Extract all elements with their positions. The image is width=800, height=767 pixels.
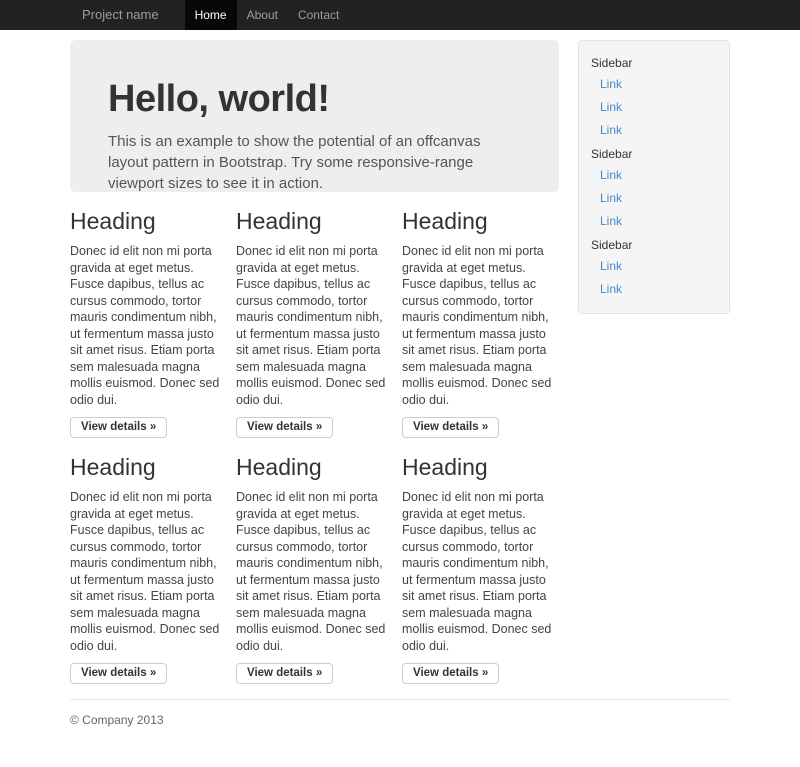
- cards-row-1: Heading Donec id elit non mi porta gravi…: [70, 192, 559, 438]
- card-heading: Heading: [236, 210, 392, 233]
- sidebar-link[interactable]: Link: [600, 119, 717, 142]
- card-heading: Heading: [402, 210, 558, 233]
- sidebar-group: Sidebar Link Link Link: [591, 55, 717, 142]
- nav-item-about[interactable]: About: [237, 0, 288, 30]
- sidebar-link[interactable]: Link: [600, 278, 717, 301]
- view-details-button[interactable]: View details »: [236, 663, 333, 684]
- sidebar-group: Sidebar Link Link Link: [591, 146, 717, 233]
- content-row: Hello, world! This is an example to show…: [70, 40, 730, 684]
- nav-item-home[interactable]: Home: [185, 0, 237, 30]
- footer: © Company 2013: [70, 699, 730, 767]
- card: Heading Donec id elit non mi porta gravi…: [402, 438, 558, 684]
- sidebar-group: Sidebar Link Link: [591, 237, 717, 301]
- card-body-text: Donec id elit non mi porta gravida at eg…: [70, 489, 226, 654]
- navbar-inner: Project name Home About Contact: [70, 0, 730, 30]
- card: Heading Donec id elit non mi porta gravi…: [236, 438, 392, 684]
- navbar-nav: Home About Contact: [185, 0, 350, 30]
- navbar-brand[interactable]: Project name: [70, 0, 171, 30]
- sidebar-link[interactable]: Link: [600, 164, 717, 187]
- card-body-text: Donec id elit non mi porta gravida at eg…: [402, 243, 558, 408]
- sidebar-group-title: Sidebar: [591, 237, 717, 253]
- card: Heading Donec id elit non mi porta gravi…: [70, 192, 226, 438]
- copyright-text: © Company 2013: [70, 713, 730, 727]
- page-title: Hello, world!: [108, 80, 521, 118]
- jumbotron-description: This is an example to show the potential…: [108, 131, 521, 194]
- view-details-button[interactable]: View details »: [236, 417, 333, 438]
- sidebar-group-title: Sidebar: [591, 146, 717, 162]
- main-column: Hello, world! This is an example to show…: [70, 40, 559, 684]
- card: Heading Donec id elit non mi porta gravi…: [402, 192, 558, 438]
- sidebar-link[interactable]: Link: [600, 210, 717, 233]
- card-heading: Heading: [236, 456, 392, 479]
- jumbotron: Hello, world! This is an example to show…: [70, 40, 559, 192]
- navbar: Project name Home About Contact: [0, 0, 800, 30]
- card: Heading Donec id elit non mi porta gravi…: [70, 438, 226, 684]
- card-body-text: Donec id elit non mi porta gravida at eg…: [236, 489, 392, 654]
- card-heading: Heading: [70, 456, 226, 479]
- page-container: Hello, world! This is an example to show…: [70, 30, 730, 767]
- view-details-button[interactable]: View details »: [70, 417, 167, 438]
- sidebar-group-title: Sidebar: [591, 55, 717, 71]
- sidebar-panel: Sidebar Link Link Link Sidebar Link Link…: [578, 40, 730, 314]
- sidebar-link[interactable]: Link: [600, 73, 717, 96]
- nav-item-contact[interactable]: Contact: [288, 0, 349, 30]
- view-details-button[interactable]: View details »: [402, 417, 499, 438]
- card-body-text: Donec id elit non mi porta gravida at eg…: [70, 243, 226, 408]
- sidebar-column: Sidebar Link Link Link Sidebar Link Link…: [578, 40, 730, 684]
- view-details-button[interactable]: View details »: [70, 663, 167, 684]
- cards-row-2: Heading Donec id elit non mi porta gravi…: [70, 438, 559, 684]
- card-body-text: Donec id elit non mi porta gravida at eg…: [402, 489, 558, 654]
- view-details-button[interactable]: View details »: [402, 663, 499, 684]
- sidebar-link[interactable]: Link: [600, 96, 717, 119]
- sidebar-link[interactable]: Link: [600, 255, 717, 278]
- card-heading: Heading: [70, 210, 226, 233]
- card: Heading Donec id elit non mi porta gravi…: [236, 192, 392, 438]
- card-heading: Heading: [402, 456, 558, 479]
- sidebar-link[interactable]: Link: [600, 187, 717, 210]
- card-body-text: Donec id elit non mi porta gravida at eg…: [236, 243, 392, 408]
